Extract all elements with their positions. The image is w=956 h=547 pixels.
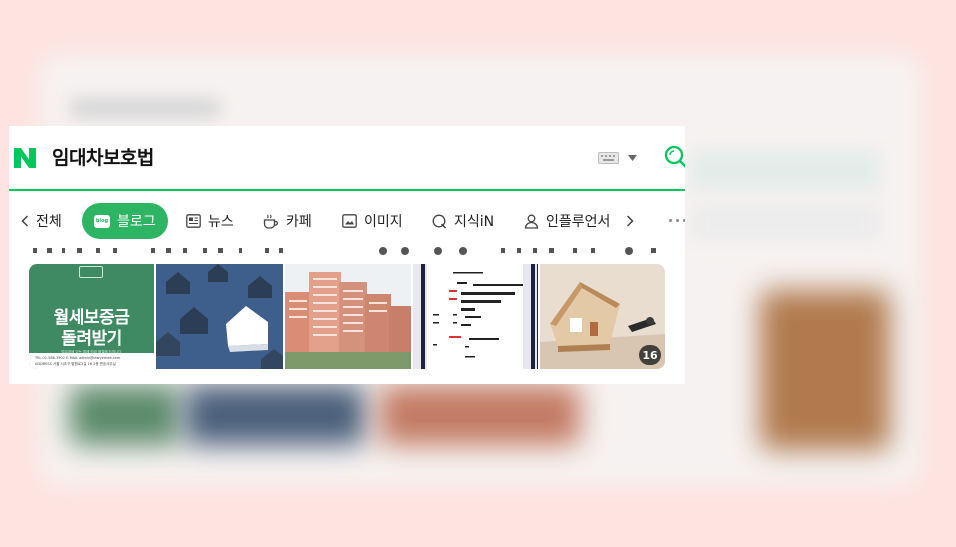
- thumbnail-rent-deposit-poster[interactable]: 월세보증금 돌려받기 법유경에 있는 법에 따라 해결해 드립니다 TEL 02…: [29, 264, 154, 369]
- search-result-card: 임대차보호법 전체 blog 블로그 뉴스 카페 이미지 지식iN 인플루언서 …: [9, 126, 685, 384]
- poster-headline-line1: 월세보증금: [53, 308, 130, 328]
- search-query-text[interactable]: 임대차보호법: [52, 143, 154, 170]
- tab-influencer-label: 인플루언서: [546, 214, 611, 230]
- blurred-background-thumbnail: [185, 385, 365, 445]
- blurred-background-bar: [690, 150, 880, 190]
- image-thumbnail-strip: 월세보증금 돌려받기 법유경에 있는 법에 따라 해결해 드립니다 TEL 02…: [29, 264, 665, 369]
- chevron-right-icon[interactable]: [626, 215, 634, 227]
- blurred-background-thumbnail: [760, 290, 890, 450]
- tab-all[interactable]: 전체: [21, 203, 62, 239]
- caret-down-icon: [628, 155, 637, 161]
- blurred-background-bar: [690, 205, 880, 240]
- tab-cafe[interactable]: 카페: [263, 203, 312, 239]
- thumbnail-wooden-house[interactable]: 16: [540, 264, 665, 369]
- house-models-image: [156, 264, 283, 369]
- naver-logo-icon[interactable]: [12, 145, 38, 171]
- tab-image[interactable]: 이미지: [342, 203, 403, 239]
- tab-kin[interactable]: 지식iN: [432, 203, 494, 239]
- cafe-icon: [263, 214, 278, 229]
- chevron-left-icon[interactable]: [21, 215, 29, 227]
- thumbnail-document[interactable]: [413, 264, 538, 369]
- thumbnail-house-models[interactable]: [156, 264, 283, 369]
- poster-footer-band: TEL 02-586-3902 E-MAIL admin@lawyerhee.c…: [29, 353, 154, 369]
- blog-icon: blog: [94, 214, 110, 228]
- blog-icon-badge: blog: [95, 218, 109, 224]
- apartment-buildings-image: [285, 264, 411, 369]
- poster-logo: [79, 266, 103, 278]
- q-icon: [432, 214, 447, 229]
- document-image: [413, 264, 538, 369]
- tab-blog[interactable]: blog 블로그: [82, 203, 168, 239]
- search-underline: [9, 189, 685, 191]
- blurred-background-thumbnail: [380, 385, 580, 445]
- tab-blog-label: 블로그: [117, 214, 156, 230]
- poster-footer-line1: TEL 02-586-3902 E-MAIL admin@lawyerhee.c…: [35, 356, 121, 360]
- poster-headline-line2: 돌려받기: [61, 329, 122, 349]
- tab-news[interactable]: 뉴스: [186, 203, 234, 239]
- tab-all-label: 전체: [36, 214, 62, 230]
- image-count-badge: 16: [639, 345, 661, 365]
- search-icon[interactable]: [664, 145, 685, 169]
- search-tab-bar: 전체 blog 블로그 뉴스 카페 이미지 지식iN 인플루언서: [9, 203, 685, 239]
- poster-headline: 월세보증금 돌려받기: [29, 308, 154, 350]
- poster-footer-line2: ADDRESS 서울 서초구 법원로3길 16 2층 변호사무실: [35, 362, 116, 366]
- tab-news-label: 뉴스: [208, 214, 234, 230]
- keyboard-toggle-button[interactable]: [598, 149, 642, 167]
- more-dots-icon[interactable]: [669, 219, 685, 222]
- blurred-background-bar: [70, 98, 220, 118]
- person-icon: [524, 214, 539, 229]
- tab-influencer[interactable]: 인플루언서: [524, 203, 610, 239]
- blurred-background-thumbnail: [70, 385, 180, 445]
- keyboard-icon: [598, 152, 619, 164]
- tab-cafe-label: 카페: [286, 214, 312, 230]
- search-header: 임대차보호법: [9, 126, 685, 189]
- tab-image-label: 이미지: [364, 214, 403, 230]
- news-icon: [186, 214, 201, 228]
- tab-kin-label: 지식iN: [454, 214, 495, 230]
- thumbnail-apartments[interactable]: [285, 264, 411, 369]
- cut-off-text-line: [33, 247, 656, 255]
- image-icon: [342, 214, 357, 228]
